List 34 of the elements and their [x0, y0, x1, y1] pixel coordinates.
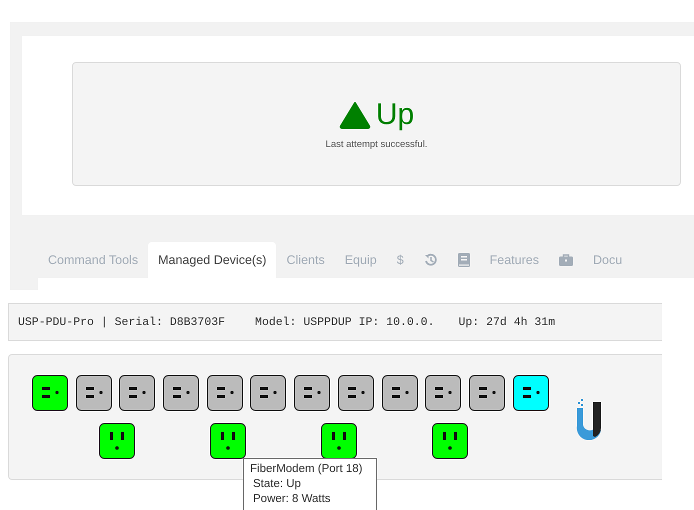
- usb-port[interactable]: [338, 375, 374, 411]
- tab[interactable]: Managed Device(s): [148, 242, 276, 278]
- device-info-text: USP-PDU-Pro | Serial: D8B3703F: [18, 316, 226, 328]
- usb-port[interactable]: [163, 375, 200, 411]
- usb-port[interactable]: [206, 375, 243, 411]
- device-info-text: Model: USPPDUP IP: 10.0.0.: [255, 316, 434, 328]
- power-outlet[interactable]: [432, 423, 468, 459]
- usb-port[interactable]: [76, 375, 112, 411]
- tooltip-line: State: Up: [253, 477, 301, 492]
- tooltip-line: Power: 8 Watts: [253, 492, 331, 507]
- tab[interactable]: Docu: [582, 242, 632, 278]
- power-outlet[interactable]: [210, 423, 246, 459]
- tab[interactable]: Clients: [276, 242, 335, 278]
- power-outlet[interactable]: [99, 423, 135, 459]
- status-label: Up: [376, 99, 414, 131]
- history-icon: [424, 253, 438, 267]
- usb-port[interactable]: [294, 375, 330, 411]
- usb-port[interactable]: [468, 375, 505, 411]
- tab[interactable]: Command Tools: [38, 242, 148, 278]
- book-icon: [458, 253, 470, 267]
- usb-port[interactable]: [425, 375, 462, 411]
- usb-port[interactable]: [250, 375, 286, 411]
- tab[interactable]: Equip: [334, 242, 387, 278]
- usb-port[interactable]: [382, 375, 418, 411]
- tab[interactable]: $: [386, 242, 414, 278]
- tab[interactable]: Features: [480, 242, 549, 278]
- status-message: Last attempt successful.: [326, 139, 428, 150]
- power-outlet[interactable]: [321, 423, 357, 459]
- usb-port[interactable]: [32, 375, 68, 411]
- device-info-text: Up: 27d 4h 31m: [458, 316, 556, 328]
- briefcase-icon: [558, 254, 573, 266]
- usb-port[interactable]: [512, 375, 549, 411]
- tooltip-title: FiberModem (Port 18): [250, 462, 362, 477]
- usb-port[interactable]: [119, 375, 156, 411]
